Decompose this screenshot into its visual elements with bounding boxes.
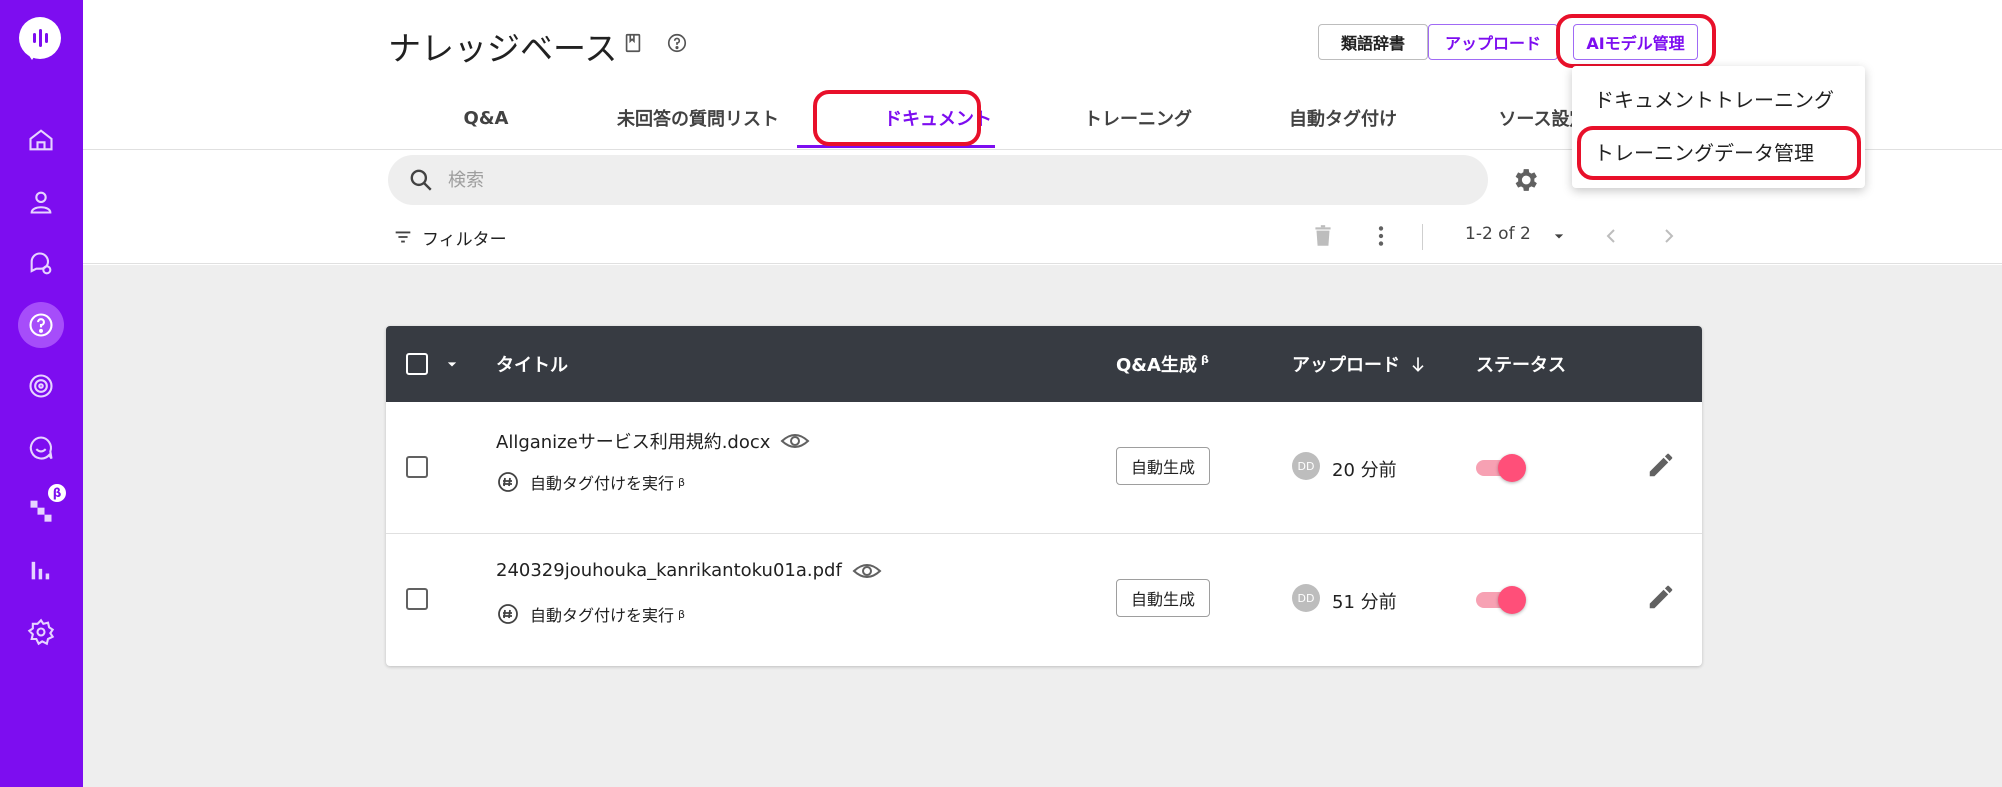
training-data-highlight [1577, 126, 1861, 180]
toggle-knob [1498, 586, 1526, 614]
column-upload[interactable]: アップロード [1292, 326, 1428, 402]
auto-tag-link[interactable]: 自動タグ付けを実行 β [496, 470, 685, 494]
status-toggle[interactable] [1476, 454, 1526, 482]
column-title[interactable]: タイトル [496, 326, 568, 402]
auto-tag-beta: β [678, 475, 686, 489]
search-icon [410, 169, 432, 191]
search-bar[interactable] [388, 155, 1488, 205]
auto-generate-button[interactable]: 自動生成 [1116, 447, 1210, 485]
beta-badge: β [48, 484, 66, 502]
hashtag-icon [498, 604, 518, 624]
delete-icon[interactable] [1307, 220, 1339, 252]
help-icon[interactable] [666, 32, 688, 54]
filter-button[interactable]: フィルター [392, 222, 507, 252]
question-icon[interactable] [18, 302, 64, 348]
ai-model-highlight [1556, 14, 1716, 68]
target-icon[interactable] [21, 366, 61, 406]
filter-label: フィルター [422, 229, 507, 250]
tab-unanswered[interactable]: 未回答の質問リスト [583, 90, 813, 146]
user-icon[interactable] [21, 182, 61, 222]
auto-generate-button[interactable]: 自動生成 [1116, 579, 1210, 617]
select-menu-icon[interactable] [442, 326, 462, 402]
table-header: タイトル Q&A生成 β アップロード ステータス [386, 326, 1702, 402]
document-title-text: 240329jouhouka_kanrikantoku01a.pdf [496, 560, 842, 581]
document-title-text: Allganizeサービス利用規約.docx [496, 432, 771, 453]
filter-icon [395, 231, 411, 243]
auto-tag-label: 自動タグ付けを実行 [530, 606, 675, 625]
documents-table: タイトル Q&A生成 β アップロード ステータス Allganizeサービス利… [386, 326, 1702, 666]
tab-training[interactable]: トレーニング [1038, 90, 1238, 146]
status-toggle[interactable] [1476, 586, 1526, 614]
toolbar-divider [1422, 224, 1423, 250]
smile-chat-icon[interactable] [21, 428, 61, 468]
prev-page-icon[interactable] [1595, 220, 1627, 252]
upload-time: 20 分前 [1332, 460, 1397, 481]
logo-tail [24, 48, 40, 60]
upload-button[interactable]: アップロード [1428, 24, 1558, 60]
book-icon[interactable] [622, 32, 644, 54]
toggle-knob [1498, 454, 1526, 482]
chat-icon[interactable] [21, 244, 61, 284]
column-qa-generate[interactable]: Q&A生成 β [1116, 326, 1209, 402]
row-checkbox[interactable] [406, 456, 428, 478]
page-title: ナレッジベース [388, 29, 618, 68]
settings-icon[interactable] [21, 612, 61, 652]
auto-tag-beta: β [678, 607, 686, 621]
search-input[interactable] [448, 155, 1448, 205]
document-title[interactable]: 240329jouhouka_kanrikantoku01a.pdf [496, 560, 882, 581]
home-icon[interactable] [21, 120, 61, 160]
menu-item-document-training[interactable]: ドキュメントトレーニング [1594, 84, 1834, 113]
tab-qa[interactable]: Q&A [436, 90, 536, 146]
avatar: DD [1292, 452, 1320, 480]
column-upload-label: アップロード [1292, 355, 1400, 376]
pagination-range[interactable]: 1-2 of 2 [1465, 224, 1531, 244]
table-row[interactable]: Allganizeサービス利用規約.docx 自動タグ付けを実行 β 自動生成 … [386, 402, 1702, 534]
next-page-icon[interactable] [1653, 220, 1685, 252]
chevron-down-icon[interactable] [1543, 220, 1575, 252]
avatar: DD [1292, 584, 1320, 612]
auto-tag-label: 自動タグ付けを実行 [530, 474, 675, 493]
auto-tag-link[interactable]: 自動タグ付けを実行 β [496, 602, 685, 626]
table-row[interactable]: 240329jouhouka_kanrikantoku01a.pdf 自動タグ付… [386, 534, 1702, 666]
document-title[interactable]: Allganizeサービス利用規約.docx [496, 428, 810, 454]
thesaurus-button[interactable]: 類語辞書 [1318, 24, 1428, 60]
gear-icon[interactable] [1509, 164, 1541, 196]
sort-arrow-icon [1412, 357, 1424, 372]
documents-tab-highlight [813, 90, 981, 146]
eye-icon[interactable] [852, 561, 882, 581]
eye-icon[interactable] [780, 431, 810, 451]
more-vert-icon[interactable] [1365, 220, 1397, 252]
hashtag-icon [498, 472, 518, 492]
column-qa-generate-label: Q&A生成 [1116, 355, 1197, 376]
upload-time: 51 分前 [1332, 592, 1397, 613]
sidebar: β [0, 0, 83, 787]
analytics-icon[interactable] [21, 550, 61, 590]
edit-icon[interactable] [1646, 450, 1678, 482]
row-checkbox[interactable] [406, 588, 428, 610]
column-status[interactable]: ステータス [1476, 326, 1566, 402]
column-qa-beta: β [1200, 352, 1209, 366]
tab-auto-tagging[interactable]: 自動タグ付け [1243, 90, 1443, 146]
select-all-checkbox[interactable] [406, 353, 428, 375]
edit-icon[interactable] [1646, 582, 1678, 614]
